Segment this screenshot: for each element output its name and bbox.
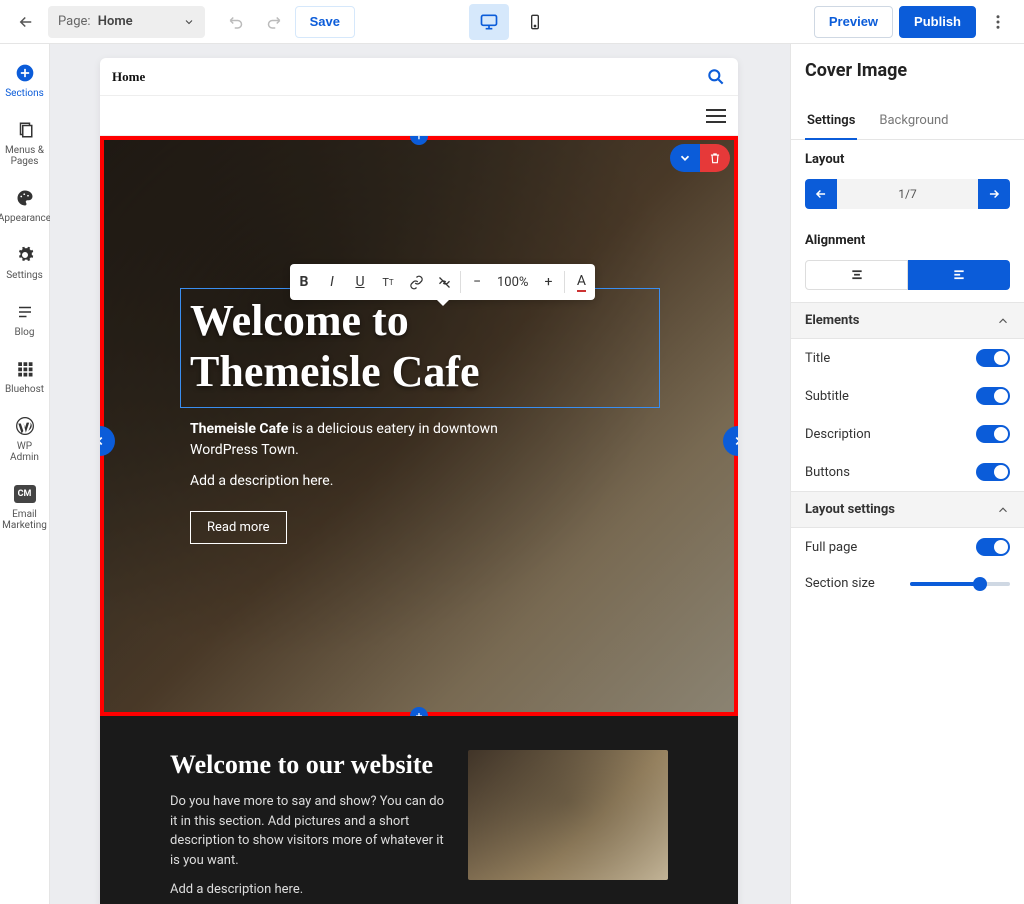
device-mobile-button[interactable] [515,4,555,40]
gear-icon [14,244,36,266]
sidebar-item-wpadmin[interactable]: WP Admin [0,407,49,475]
plus-circle-icon [14,62,36,84]
sidebar-item-email-marketing[interactable]: CM Email Marketing [0,475,49,543]
zoom-in-button[interactable]: + [534,264,562,300]
page-selector[interactable]: Page: Home [48,6,205,38]
bold-button[interactable]: B [290,264,318,300]
unlink-button[interactable] [430,264,458,300]
sidebar-item-menus-pages[interactable]: Menus & Pages [0,111,49,179]
tab-background[interactable]: Background [877,103,950,139]
toggle-buttons[interactable] [976,463,1010,481]
page-frame: Home + [100,58,738,904]
alignment-group [791,260,1024,302]
section-expand-button[interactable] [670,144,700,172]
text-size-button[interactable]: TT [374,264,402,300]
link-button[interactable] [402,264,430,300]
back-button[interactable] [10,6,42,38]
cover-content: Welcome to Themeisle Cafe Themeisle Cafe… [190,296,678,544]
frame-nav [100,96,738,136]
panel-title: Cover Image [805,60,1010,81]
toggle-subtitle-row: Subtitle [791,377,1024,415]
section2-image[interactable] [468,750,668,880]
publish-button[interactable]: Publish [899,6,976,38]
toggle-title-row: Title [791,339,1024,377]
pages-icon [14,119,36,141]
sidebar-item-sections[interactable]: Sections [0,54,49,111]
section-controls [670,144,730,172]
cover-section[interactable]: + [100,136,738,716]
section-delete-button[interactable] [700,144,730,172]
toggle-title[interactable] [976,349,1010,367]
canvas-area: Home + [50,44,790,904]
section2-description[interactable]: Add a description here. [170,880,446,900]
toggle-fullpage-row: Full page [791,528,1024,566]
undo-redo-group [221,6,289,38]
section2-body[interactable]: Do you have more to say and show? You ca… [170,792,446,870]
cover-subtitle[interactable]: Themeisle Cafe is a delicious eatery in … [190,419,520,461]
underline-button[interactable]: U [346,264,374,300]
device-desktop-button[interactable] [469,4,509,40]
properties-panel: Cover Image Settings Background Layout 1… [790,44,1024,904]
sidebar-item-appearance[interactable]: Appearance [0,179,49,236]
zoom-out-button[interactable]: − [463,264,491,300]
text-toolbar: B I U TT − 100% + A [290,264,595,300]
panel-tabs: Settings Background [791,103,1024,140]
layout-heading: Layout [791,140,1024,179]
text-color-button[interactable]: A [567,264,595,300]
zoom-value: 100% [491,275,534,290]
align-center-button[interactable] [805,260,908,290]
search-icon[interactable] [706,67,726,87]
cover-title[interactable]: Welcome to Themeisle Cafe [190,296,678,397]
chevron-up-icon [996,314,1010,328]
wordpress-icon [14,415,36,437]
page-value: Home [98,14,133,29]
toggle-fullpage[interactable] [976,538,1010,556]
tab-settings[interactable]: Settings [805,103,857,140]
sidebar-item-settings[interactable]: Settings [0,236,49,293]
hamburger-button[interactable] [706,109,726,123]
read-more-button[interactable]: Read more [190,511,287,544]
align-left-button[interactable] [908,260,1010,290]
chevron-down-icon [183,16,195,28]
top-bar: Page: Home Save Preview Publish [0,0,1024,44]
site-title: Home [112,69,145,85]
frame-header: Home [100,58,738,96]
cm-icon: CM [14,483,36,505]
toggle-buttons-row: Buttons [791,453,1024,491]
cover-description[interactable]: Add a description here. [190,473,678,489]
undo-button[interactable] [221,6,253,38]
layout-next-button[interactable] [978,179,1010,209]
save-button[interactable]: Save [295,6,355,38]
device-switcher [469,4,555,40]
grid-icon [14,358,36,380]
more-menu-button[interactable] [982,6,1014,38]
toggle-subtitle[interactable] [976,387,1010,405]
blog-icon [14,301,36,323]
layout-settings-accordion[interactable]: Layout settings [791,491,1024,528]
layout-prev-button[interactable] [805,179,837,209]
italic-button[interactable]: I [318,264,346,300]
welcome-section[interactable]: Welcome to our website Do you have more … [100,716,738,904]
sidebar-item-blog[interactable]: Blog [0,293,49,350]
page-label: Page: [58,14,91,29]
left-sidebar: Sections Menus & Pages Appearance Settin… [0,44,50,904]
layout-counter: 1/7 [837,179,978,209]
elements-accordion[interactable]: Elements [791,302,1024,339]
section-size-slider[interactable] [910,582,1010,586]
layout-switcher: 1/7 [791,179,1024,221]
sidebar-item-bluehost[interactable]: Bluehost [0,350,49,407]
redo-button[interactable] [257,6,289,38]
section2-heading[interactable]: Welcome to our website [170,750,446,780]
preview-button[interactable]: Preview [814,6,893,38]
toggle-description[interactable] [976,425,1010,443]
chevron-up-icon [996,503,1010,517]
toggle-description-row: Description [791,415,1024,453]
alignment-heading: Alignment [791,221,1024,260]
palette-icon [14,187,36,209]
section-size-row: Section size [791,566,1024,601]
